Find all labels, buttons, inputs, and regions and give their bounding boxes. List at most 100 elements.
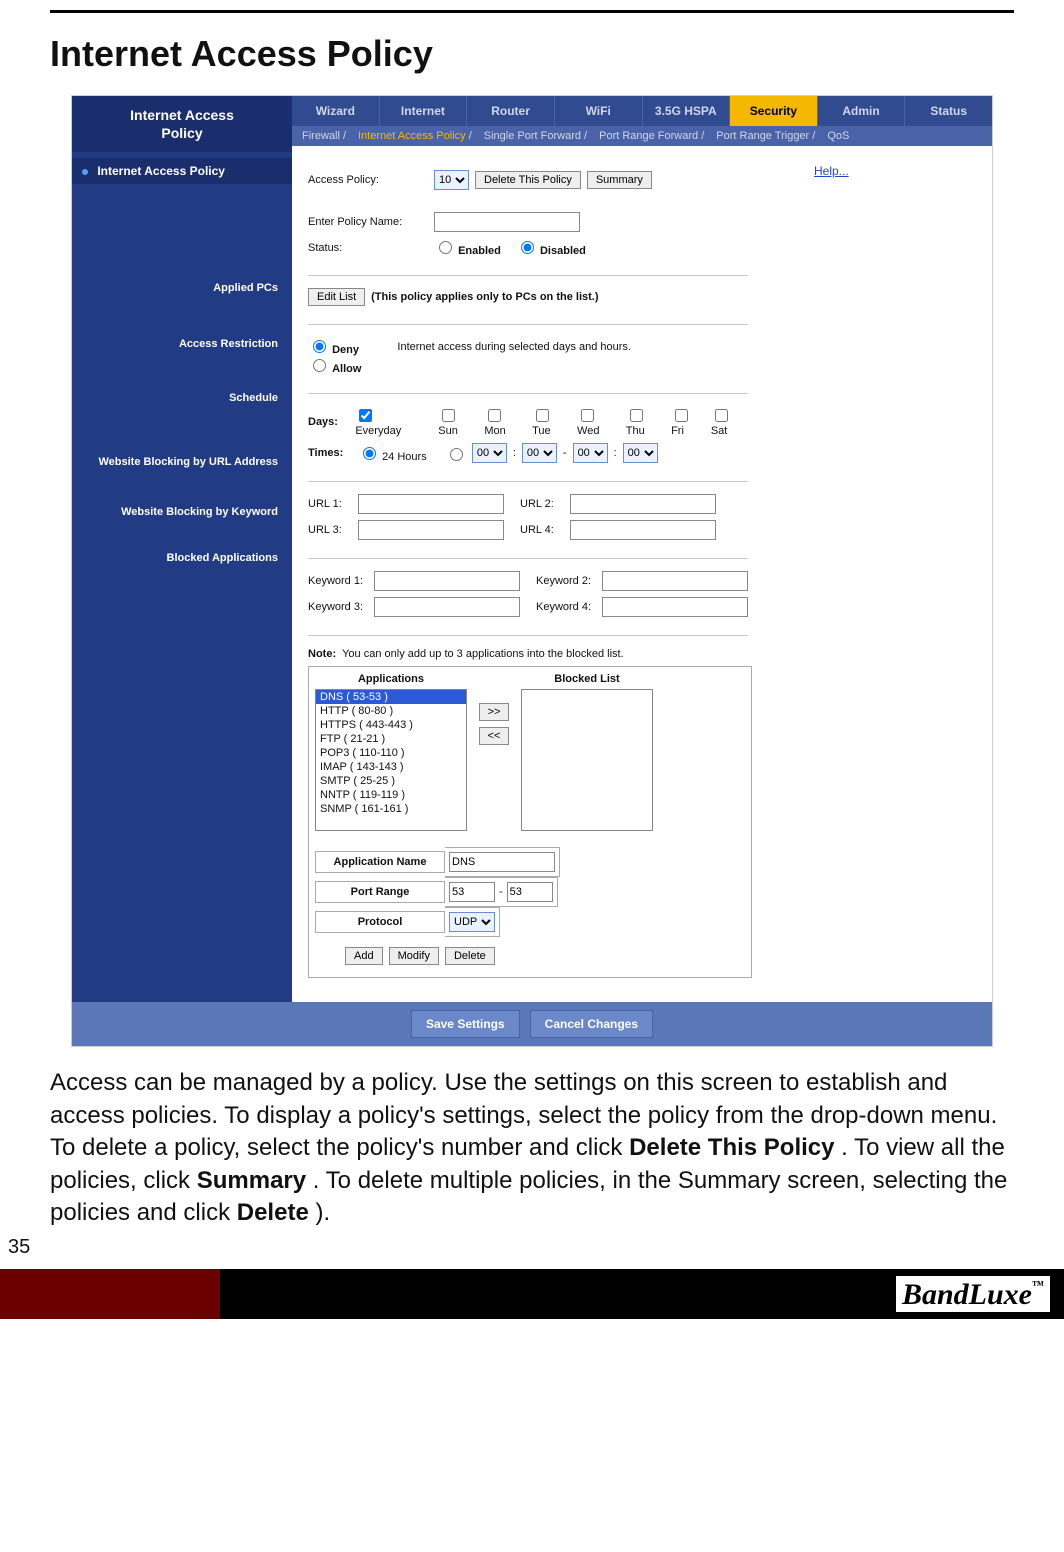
tab-hspa[interactable]: 3.5G HSPA <box>642 96 730 126</box>
subtab-port-range-forward[interactable]: Port Range Forward <box>595 130 708 142</box>
list-item[interactable]: SMTP ( 25-25 ) <box>316 774 466 788</box>
add-app-button[interactable]: Add <box>345 947 383 965</box>
list-item[interactable]: HTTP ( 80-80 ) <box>316 704 466 718</box>
applications-listbox[interactable]: DNS ( 53-53 ) HTTP ( 80-80 ) HTTPS ( 443… <box>315 689 467 831</box>
edit-list-button[interactable]: Edit List <box>308 288 365 306</box>
url1-label: URL 1: <box>308 498 352 510</box>
kw3-input[interactable] <box>374 597 520 617</box>
everyday-checkbox[interactable] <box>359 409 372 422</box>
sidebar-header-line2: Policy <box>72 124 292 142</box>
save-settings-button[interactable]: Save Settings <box>411 1010 520 1038</box>
list-item[interactable]: POP3 ( 110-110 ) <box>316 746 466 760</box>
url1-input[interactable] <box>358 494 504 514</box>
allow-radio[interactable] <box>313 359 326 372</box>
times-24h-radio[interactable] <box>363 447 376 460</box>
modify-app-button[interactable]: Modify <box>389 947 439 965</box>
port-range-th: Port Range <box>315 881 445 903</box>
subtab-single-port-forward[interactable]: Single Port Forward <box>480 130 591 142</box>
blocked-list-header: Blocked List <box>521 673 653 685</box>
footer-bar: BandLuxe™ <box>0 1269 1064 1319</box>
kw1-input[interactable] <box>374 571 520 591</box>
tab-internet[interactable]: Internet <box>379 96 467 126</box>
router-admin-ui: Internet Access Policy Wizard Internet R… <box>71 95 993 1047</box>
delete-policy-button[interactable]: Delete This Policy <box>475 171 581 189</box>
time-from-hh[interactable]: 00 <box>472 443 507 463</box>
page-title: Internet Access Policy <box>50 33 1014 75</box>
deny-radio[interactable] <box>313 340 326 353</box>
port-from-input[interactable] <box>449 882 495 902</box>
status-enabled-radio[interactable] <box>439 241 452 254</box>
help-column: Help... <box>806 152 992 1002</box>
access-policy-select[interactable]: 10 <box>434 170 469 190</box>
deny-text: Deny <box>332 344 359 356</box>
list-item[interactable]: FTP ( 21-21 ) <box>316 732 466 746</box>
list-item[interactable]: HTTPS ( 443-443 ) <box>316 718 466 732</box>
time-from-mm[interactable]: 00 <box>522 443 557 463</box>
delete-app-button[interactable]: Delete <box>445 947 495 965</box>
port-to-input[interactable] <box>507 882 553 902</box>
time-to-mm[interactable]: 00 <box>623 443 658 463</box>
url4-input[interactable] <box>570 520 716 540</box>
footer-buttons: Save Settings Cancel Changes <box>72 1002 992 1046</box>
tab-security[interactable]: Security <box>729 96 817 126</box>
day-sat[interactable]: Sat <box>711 406 748 437</box>
applied-pcs-note: (This policy applies only to PCs on the … <box>371 291 598 303</box>
everyday-text: Everyday <box>355 425 401 437</box>
list-item[interactable]: IMAP ( 143-143 ) <box>316 760 466 774</box>
summary-button[interactable]: Summary <box>587 171 652 189</box>
url3-input[interactable] <box>358 520 504 540</box>
protocol-select[interactable]: UDP <box>449 912 495 932</box>
brand-logo: BandLuxe™ <box>896 1276 1050 1312</box>
sidebar-label-website-blocking-url: Website Blocking by URL Address <box>72 450 292 474</box>
status-enabled-option[interactable]: Enabled <box>434 238 501 257</box>
sidebar-label-schedule: Schedule <box>72 386 292 410</box>
app-name-input[interactable] <box>449 852 555 872</box>
app-name-th: Application Name <box>315 851 445 873</box>
day-wed[interactable]: Wed <box>577 406 620 437</box>
status-label: Status: <box>308 242 428 254</box>
tab-status[interactable]: Status <box>904 96 992 126</box>
everyday-option[interactable]: Everyday <box>355 406 420 437</box>
subtab-qos[interactable]: QoS <box>823 130 853 142</box>
allow-option[interactable]: Allow <box>308 363 361 375</box>
tab-admin[interactable]: Admin <box>817 96 905 126</box>
status-disabled-option[interactable]: Disabled <box>516 238 586 257</box>
help-link[interactable]: Help... <box>814 164 849 178</box>
kw3-label: Keyword 3: <box>308 601 368 613</box>
day-tue[interactable]: Tue <box>532 406 571 437</box>
sidebar-header: Internet Access Policy <box>72 96 292 152</box>
subtab-internet-access-policy[interactable]: Internet Access Policy <box>354 130 476 142</box>
times-custom-radio[interactable] <box>450 448 463 461</box>
list-item[interactable]: NNTP ( 119-119 ) <box>316 788 466 802</box>
time-to-hh[interactable]: 00 <box>573 443 608 463</box>
sidebar-item-label: Internet Access Policy <box>97 164 225 178</box>
sidebar-label-website-blocking-keyword: Website Blocking by Keyword <box>72 500 292 524</box>
subtab-port-range-trigger[interactable]: Port Range Trigger <box>712 130 819 142</box>
status-disabled-radio[interactable] <box>521 241 534 254</box>
move-right-button[interactable]: >> <box>479 703 509 721</box>
day-mon[interactable]: Mon <box>484 406 526 437</box>
tab-router[interactable]: Router <box>466 96 554 126</box>
subtab-firewall[interactable]: Firewall <box>298 130 350 142</box>
tab-wizard[interactable]: Wizard <box>292 96 379 126</box>
day-thu[interactable]: Thu <box>626 406 665 437</box>
kw4-label: Keyword 4: <box>536 601 596 613</box>
times-24h-option[interactable]: 24 Hours <box>358 444 427 463</box>
policy-name-input[interactable] <box>434 212 580 232</box>
list-item[interactable]: DNS ( 53-53 ) <box>316 690 466 704</box>
list-item[interactable]: SNMP ( 161-161 ) <box>316 802 466 816</box>
day-sun[interactable]: Sun <box>438 406 478 437</box>
kw2-input[interactable] <box>602 571 748 591</box>
kw4-input[interactable] <box>602 597 748 617</box>
sub-tabs: Firewall Internet Access Policy Single P… <box>292 126 992 146</box>
sidebar: Internet Access Policy Applied PCs Acces… <box>72 152 292 1002</box>
url2-input[interactable] <box>570 494 716 514</box>
day-fri[interactable]: Fri <box>671 406 705 437</box>
deny-option[interactable]: Deny <box>308 344 359 356</box>
move-left-button[interactable]: << <box>479 727 509 745</box>
blocked-listbox[interactable] <box>521 689 653 831</box>
apps-note: You can only add up to 3 applications in… <box>342 648 624 660</box>
tab-wifi[interactable]: WiFi <box>554 96 642 126</box>
sidebar-item-internet-access-policy[interactable]: Internet Access Policy <box>72 158 292 184</box>
cancel-changes-button[interactable]: Cancel Changes <box>530 1010 653 1038</box>
